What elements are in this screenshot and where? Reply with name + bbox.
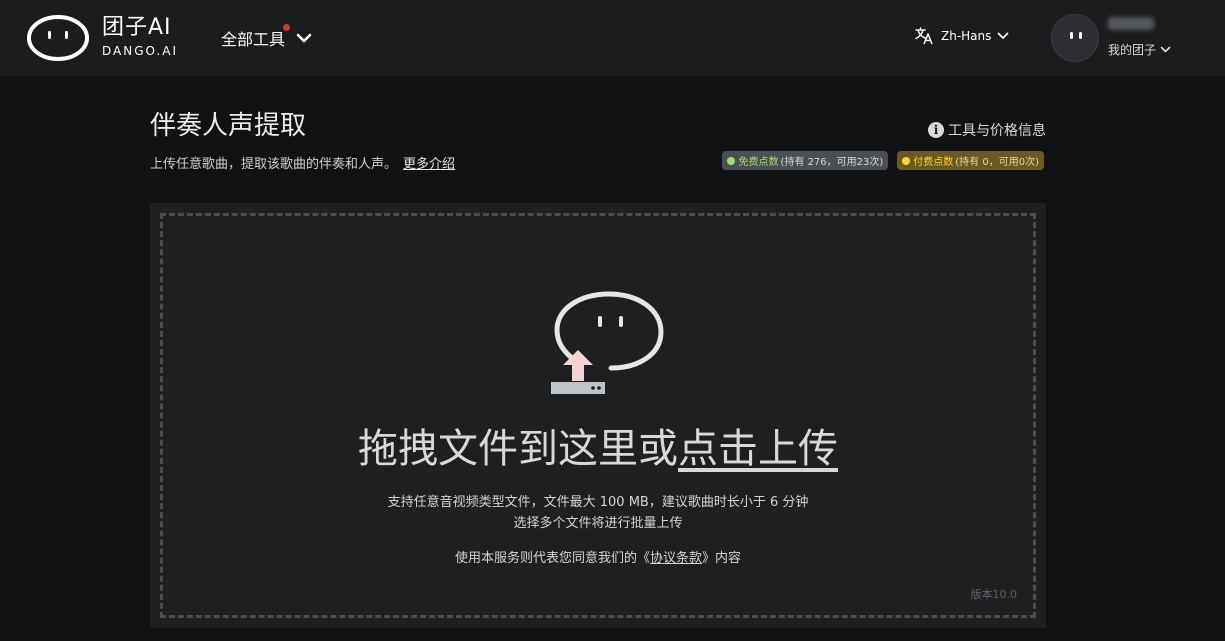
click-upload-link[interactable]: 点击上传 — [678, 426, 838, 472]
avatar-eye — [1070, 32, 1073, 39]
version-label: 版本10.0 — [970, 588, 1018, 601]
drop-text: 拖拽文件到这里或 — [358, 426, 678, 472]
file-limit-hint: 支持任意音视频类型文件，文件最大 100 MB，建议歌曲时长小于 6 分钟 — [387, 495, 809, 510]
subtitle-text: 上传任意歌曲，提取该歌曲的伴奏和人声。 — [150, 157, 398, 172]
brand[interactable]: 团子AI DANGO.AI — [102, 15, 178, 59]
free-credits-dot — [727, 156, 736, 165]
page-subtitle: 上传任意歌曲，提取该歌曲的伴奏和人声。 更多介绍 — [150, 153, 455, 172]
all-tools-menu[interactable]: 全部工具 — [221, 24, 313, 50]
paid-credits-dot — [902, 156, 911, 165]
drop-instruction: 拖拽文件到这里或点击上传 — [163, 424, 1033, 474]
free-credits-detail: (持有 276，可用23次) — [780, 157, 884, 168]
notification-dot — [283, 24, 291, 31]
chevron-down-icon — [296, 33, 312, 43]
free-credits-name: 免费点数 — [738, 157, 779, 168]
page-title: 伴奏人声提取 — [150, 111, 307, 141]
user-avatar[interactable] — [1051, 14, 1099, 62]
brand-name-cn: 团子AI — [102, 15, 172, 40]
paid-credits-detail: (持有 0，可用0次) — [955, 157, 1039, 168]
brand-name-en: DANGO.AI — [102, 44, 179, 58]
chevron-down-icon — [1160, 46, 1171, 53]
dango-logo-icon[interactable] — [26, 14, 90, 62]
all-tools-label: 全部工具 — [221, 24, 291, 50]
terms-agreement: 使用本服务则代表您同意我们的《协议条款》内容 — [163, 547, 1033, 566]
credit-badges: 免费点数 (持有 276，可用23次) 付费点数 (持有 0，可用0次) — [722, 151, 1044, 170]
paid-credits-name: 付费点数 — [913, 157, 954, 168]
chevron-down-icon — [997, 32, 1009, 39]
top-nav-bar: 团子AI DANGO.AI 全部工具 Zh-Hans 我的团子 — [0, 0, 1225, 76]
avatar-eye — [1079, 32, 1082, 39]
file-dropzone[interactable]: 拖拽文件到这里或点击上传 支持任意音视频类型文件，文件最大 100 MB，建议歌… — [160, 213, 1036, 618]
user-menu-label: 我的团子 — [1108, 43, 1157, 57]
agree-suffix: 》内容 — [702, 551, 742, 566]
tool-price-info-link[interactable]: i 工具与价格信息 — [928, 120, 1046, 140]
agree-prefix: 使用本服务则代表您同意我们的《 — [454, 551, 650, 566]
translate-icon — [915, 27, 933, 45]
free-credits-badge: 免费点数 (持有 276，可用23次) — [722, 151, 889, 170]
batch-upload-hint: 选择多个文件将进行批量上传 — [513, 516, 683, 531]
terms-link[interactable]: 协议条款 — [650, 551, 702, 566]
upload-arrow-icon — [551, 291, 664, 394]
info-circle-icon: i — [928, 122, 944, 138]
user-name-blurred — [1108, 17, 1154, 30]
upload-panel: 拖拽文件到这里或点击上传 支持任意音视频类型文件，文件最大 100 MB，建议歌… — [150, 203, 1046, 628]
tool-price-info-label: 工具与价格信息 — [948, 123, 1046, 139]
language-switcher[interactable]: Zh-Hans — [914, 26, 1009, 46]
more-info-link[interactable]: 更多介绍 — [403, 157, 455, 172]
user-menu[interactable]: 我的团子 — [1108, 41, 1171, 58]
paid-credits-badge: 付费点数 (持有 0，可用0次) — [897, 151, 1044, 170]
language-label: Zh-Hans — [941, 29, 992, 43]
